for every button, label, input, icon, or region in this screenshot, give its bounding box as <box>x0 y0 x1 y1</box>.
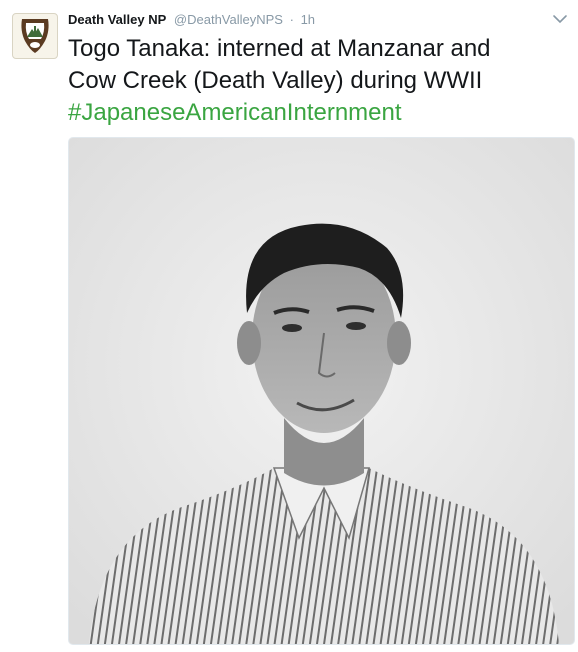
tweet-header: Death Valley NP @DeathValleyNPS · 1h <box>68 12 315 28</box>
hashtag-link[interactable]: #JapaneseAmericanInternment <box>68 97 568 129</box>
author-handle[interactable]: @DeathValleyNPS <box>174 12 283 27</box>
portrait-photo <box>69 138 574 644</box>
tweet[interactable]: Death Valley NP @DeathValleyNPS · 1h Tog… <box>0 0 578 652</box>
avatar[interactable] <box>12 13 58 59</box>
separator: · <box>289 12 294 27</box>
more-options-button[interactable] <box>552 12 568 26</box>
tweet-text-line-2: Cow Creek (Death Valley) during WWII <box>68 67 483 94</box>
nps-arrowhead-logo-icon <box>21 19 49 53</box>
tweet-time[interactable]: 1h <box>301 12 315 27</box>
author-name[interactable]: Death Valley NP <box>68 12 166 27</box>
tweet-photo[interactable] <box>68 137 575 645</box>
chevron-down-icon <box>553 15 567 24</box>
tweet-text: Togo Tanaka: interned at Manzanar and Co… <box>68 33 568 129</box>
tweet-text-line-1: Togo Tanaka: interned at Manzanar and <box>68 35 491 62</box>
